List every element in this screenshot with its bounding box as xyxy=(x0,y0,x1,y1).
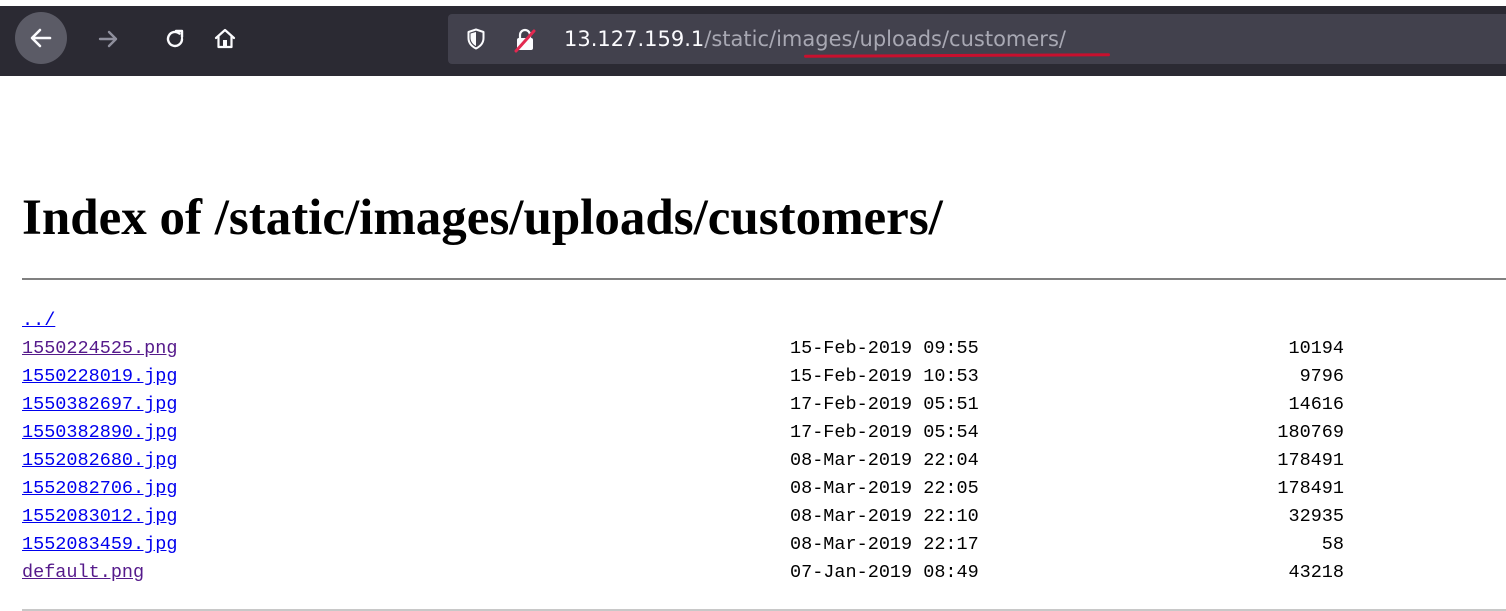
file-size: 43218 xyxy=(1288,562,1344,583)
file-listing: ../ 1550224525.png 15-Feb-2019 09:55 10194… xyxy=(22,307,1344,587)
reload-icon[interactable] xyxy=(150,14,200,64)
file-link[interactable]: 1552082680.jpg xyxy=(22,450,177,471)
file-size: 180769 xyxy=(1277,422,1344,443)
divider xyxy=(22,278,1506,280)
parent-directory-row: ../ xyxy=(22,307,177,335)
file-row: 1550228019.jpg 15-Feb-2019 10:53 9796 xyxy=(22,363,1344,391)
file-size: 32935 xyxy=(1288,506,1344,527)
file-row: 1552082706.jpg 08-Mar-2019 22:05 178491 xyxy=(22,475,1344,503)
file-date: 08-Mar-2019 22:04 xyxy=(790,450,979,471)
broken-lock-icon[interactable] xyxy=(512,27,538,58)
file-date: 15-Feb-2019 10:53 xyxy=(790,366,979,387)
file-size: 58 xyxy=(1321,534,1344,555)
file-row: 1552082680.jpg 08-Mar-2019 22:04 178491 xyxy=(22,447,1344,475)
file-date: 08-Mar-2019 22:05 xyxy=(790,478,979,499)
file-link[interactable]: 1550382697.jpg xyxy=(22,394,177,415)
back-arrow-icon[interactable] xyxy=(15,12,67,64)
file-link[interactable]: 1552082706.jpg xyxy=(22,478,177,499)
url-text[interactable]: 13.127.159.1/static/images/uploads/custo… xyxy=(564,25,1066,53)
file-link[interactable]: default.png xyxy=(22,562,144,583)
browser-toolbar: 13.127.159.1/static/images/uploads/custo… xyxy=(0,0,1506,76)
url-host: 13.127.159.1 xyxy=(564,27,705,51)
file-date: 07-Jan-2019 08:49 xyxy=(790,562,979,583)
file-row: default.png 07-Jan-2019 08:49 43218 xyxy=(22,559,1344,587)
forward-arrow-icon[interactable] xyxy=(84,14,134,64)
page-title: Index of /static/images/uploads/customer… xyxy=(22,190,943,246)
file-link[interactable]: 1550224525.png xyxy=(22,338,177,359)
file-date: 15-Feb-2019 09:55 xyxy=(790,338,979,359)
parent-directory-link[interactable]: ../ xyxy=(22,310,55,331)
file-size: 9796 xyxy=(1299,366,1344,387)
file-date: 08-Mar-2019 22:10 xyxy=(790,506,979,527)
home-icon[interactable] xyxy=(200,14,250,64)
url-path: /static/images/uploads/customers/ xyxy=(704,27,1066,51)
file-size: 14616 xyxy=(1288,394,1344,415)
file-size: 178491 xyxy=(1277,478,1344,499)
window-top-edge xyxy=(0,0,1506,6)
file-size: 178491 xyxy=(1277,450,1344,471)
file-link[interactable]: 1550228019.jpg xyxy=(22,366,177,387)
file-date: 17-Feb-2019 05:54 xyxy=(790,422,979,443)
file-date: 17-Feb-2019 05:51 xyxy=(790,394,979,415)
file-row: 1550224525.png 15-Feb-2019 09:55 10194 xyxy=(22,335,1344,363)
file-size: 10194 xyxy=(1288,338,1344,359)
file-row: 1550382697.jpg 17-Feb-2019 05:51 14616 xyxy=(22,391,1344,419)
file-link[interactable]: 1552083012.jpg xyxy=(22,506,177,527)
file-row: 1552083459.jpg 08-Mar-2019 22:17 58 xyxy=(22,531,1344,559)
shield-icon[interactable] xyxy=(466,28,486,55)
file-link[interactable]: 1552083459.jpg xyxy=(22,534,177,555)
file-row: 1550382890.jpg 17-Feb-2019 05:54 180769 xyxy=(22,419,1344,447)
file-date: 08-Mar-2019 22:17 xyxy=(790,534,979,555)
file-link[interactable]: 1550382890.jpg xyxy=(22,422,177,443)
file-row: 1552083012.jpg 08-Mar-2019 22:10 32935 xyxy=(22,503,1344,531)
